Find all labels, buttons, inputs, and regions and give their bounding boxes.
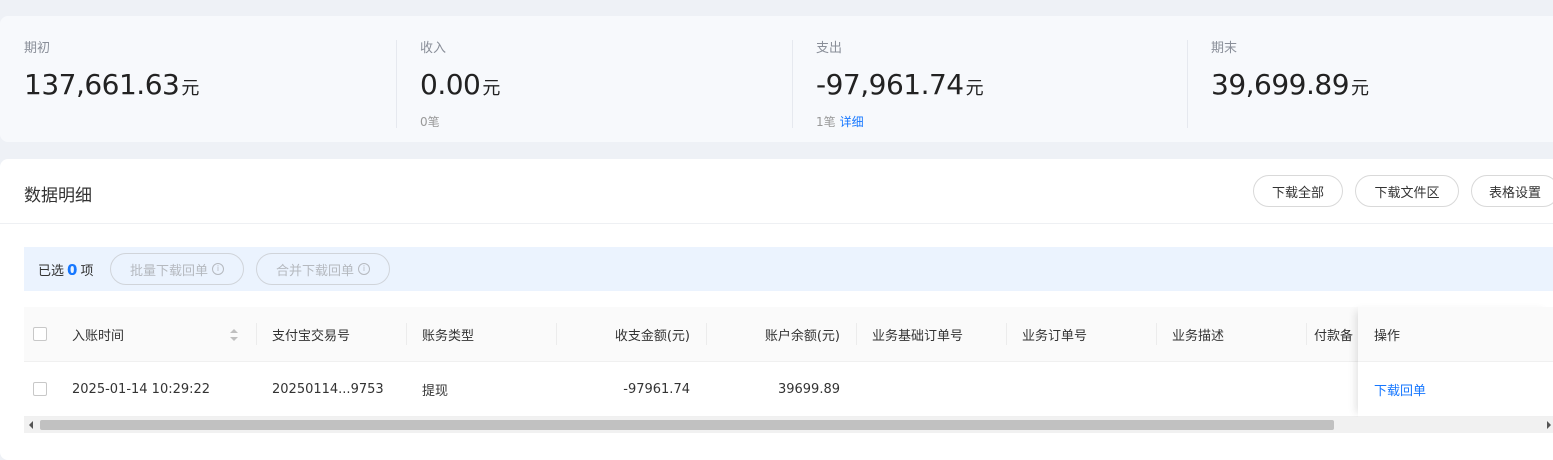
batch-download-label: 批量下载回单 [129, 263, 208, 279]
divider [792, 40, 793, 128]
scroll-left-icon[interactable] [29, 421, 33, 429]
column-divider [1306, 323, 1307, 345]
cell-time: 2025-01-14 10:29:22 [72, 382, 211, 397]
income-unit: 元 [482, 78, 500, 99]
column-divider [1156, 323, 1157, 345]
column-header: 支付宝交易号 [272, 329, 351, 344]
horizontal-scrollbar[interactable] [24, 417, 1553, 433]
merge-download-label: 合并下载回单 [275, 263, 354, 279]
income-count: 0笔 [420, 115, 440, 129]
action-column-header: 操作 [1358, 307, 1553, 362]
cell-order [1022, 362, 1152, 417]
opening-stat: 期初 137,661.63 元 [24, 40, 384, 128]
download-all-button[interactable]: 下载全部 [1253, 175, 1343, 207]
opening-amount-value: 137,661.63 [24, 68, 180, 101]
selection-bar: 已选 0 项 批量下载回单 i 合并下载回单 i [24, 247, 1553, 291]
cell-type: 提现 [422, 384, 449, 399]
opening-amount: 137,661.63 元 [24, 68, 384, 106]
cell-balance: 39699.89 [777, 382, 840, 397]
divider [1187, 40, 1188, 128]
income-amount: 0.00 元 [420, 68, 780, 106]
income-amount-value: 0.00 [420, 68, 481, 101]
cell-amount: -97961.74 [623, 382, 690, 397]
column-header: 业务订单号 [1022, 329, 1088, 344]
header-divider [0, 223, 1553, 224]
expense-detail-link[interactable]: 详细 [840, 115, 864, 129]
info-circle-icon: i [212, 263, 224, 275]
selection-count-text: 已选 0 项 [38, 260, 93, 279]
action-column: 操作 下载回单 [1358, 307, 1553, 417]
column-divider [256, 323, 257, 345]
expense-amount: -97,961.74 元 [816, 68, 1176, 106]
column-header[interactable]: 入账时间 [72, 307, 222, 362]
summary-panel: 期初 137,661.63 元 收入 0.00 元 0笔 支出 -97,961.74… [0, 16, 1553, 142]
merge-download-button[interactable]: 合并下载回单 i [256, 253, 390, 285]
expense-unit: 元 [965, 78, 984, 99]
income-label: 收入 [420, 41, 447, 56]
column-divider [556, 323, 557, 345]
column-header: 收支金额(元) [614, 329, 690, 344]
expense-count: 1笔 [816, 115, 836, 129]
panel-title: 数据明细 [24, 186, 92, 206]
table-row: 2025-01-14 10:29:22 20250114...9753 提现 -… [24, 362, 1553, 417]
cell-desc [1172, 362, 1302, 417]
expense-stat: 支出 -97,961.74 元 1笔 详细 [816, 40, 1176, 130]
closing-amount: 39,699.89 元 [1211, 68, 1541, 106]
column-divider [856, 323, 857, 345]
data-detail-panel: 数据明细 下载全部 下载文件区 表格设置 已选 0 项 批量下载回单 i 合并下载回单… [0, 159, 1553, 460]
column-header: 账务类型 [422, 329, 475, 344]
sort-icon[interactable] [230, 329, 238, 341]
cell-payer-note [1314, 362, 1358, 417]
column-header: 付款备 [1314, 329, 1354, 344]
divider [396, 40, 397, 128]
cell-base-order [872, 362, 1002, 417]
opening-label: 期初 [24, 41, 51, 56]
table-header: 入账时间 支付宝交易号 账务类型 收支金额(元) 账户余额(元) 业务基础订单号… [24, 307, 1553, 362]
table-settings-button[interactable]: 表格设置 [1471, 175, 1553, 207]
selection-prefix: 已选 [38, 264, 65, 279]
cell-trade-no: 20250114...9753 [272, 382, 384, 397]
column-divider [1006, 323, 1007, 345]
select-all-checkbox[interactable] [33, 327, 47, 341]
closing-amount-value: 39,699.89 [1211, 68, 1350, 101]
row-checkbox[interactable] [33, 382, 47, 396]
opening-unit: 元 [181, 78, 199, 99]
column-header: 业务基础订单号 [872, 329, 964, 344]
info-circle-icon: i [358, 263, 370, 275]
selection-suffix: 项 [80, 264, 94, 279]
download-area-button[interactable]: 下载文件区 [1355, 175, 1459, 207]
scroll-thumb[interactable] [40, 420, 1334, 430]
column-divider [406, 323, 407, 345]
expense-amount-value: -97,961.74 [816, 68, 964, 101]
column-header: 账户余额(元) [764, 329, 840, 344]
column-header: 业务描述 [1172, 329, 1225, 344]
closing-label: 期末 [1211, 41, 1238, 56]
column-divider [706, 323, 707, 345]
download-receipt-link[interactable]: 下载回单 [1358, 362, 1553, 417]
closing-unit: 元 [1351, 78, 1369, 99]
scroll-right-icon[interactable] [1547, 421, 1551, 429]
batch-download-button[interactable]: 批量下载回单 i [110, 253, 244, 285]
expense-count-row: 1笔 详细 [816, 114, 1176, 130]
income-stat: 收入 0.00 元 0笔 [420, 40, 780, 129]
selection-count: 0 [67, 261, 78, 279]
data-table: 入账时间 支付宝交易号 账务类型 收支金额(元) 账户余额(元) 业务基础订单号… [24, 307, 1553, 417]
expense-label: 支出 [816, 41, 843, 56]
closing-stat: 期末 39,699.89 元 [1211, 40, 1541, 128]
